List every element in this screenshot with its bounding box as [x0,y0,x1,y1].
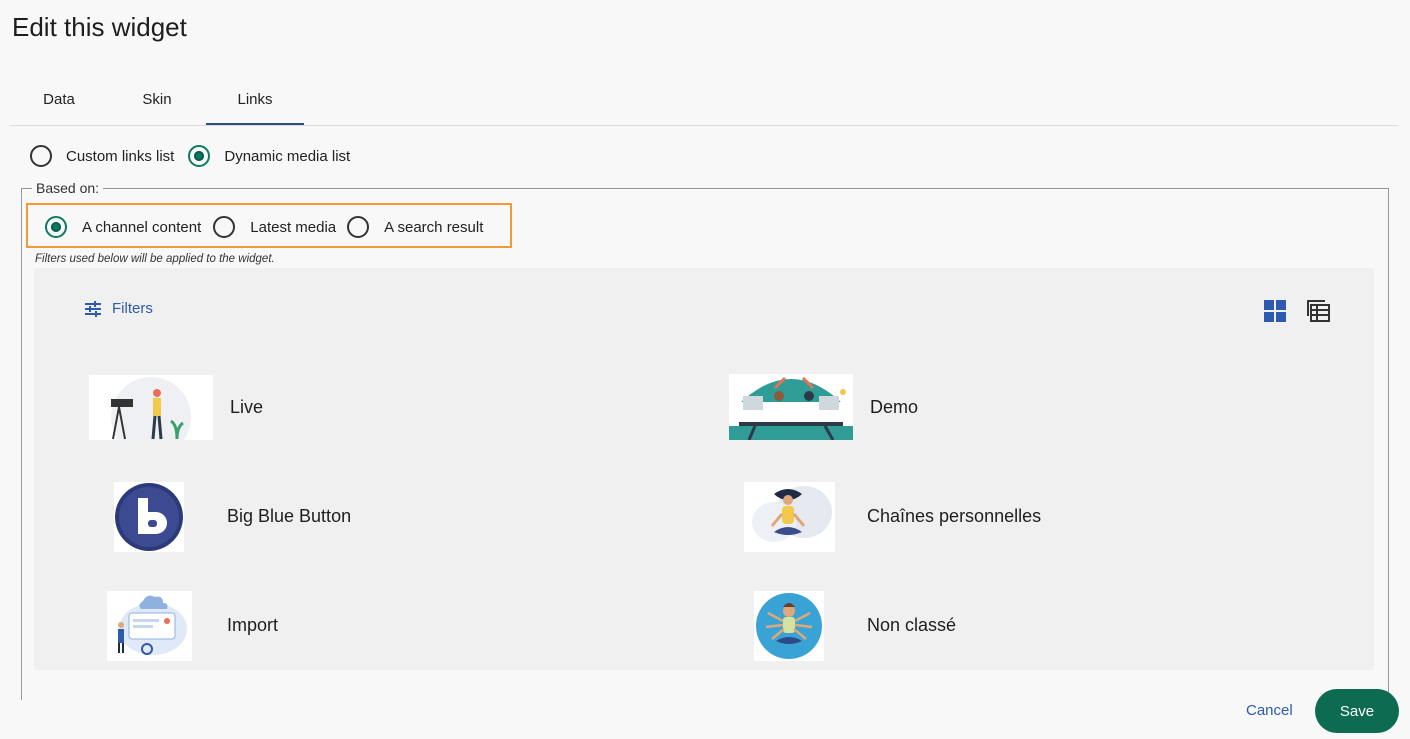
custom-links-radio[interactable] [30,145,52,167]
channel-label-live[interactable]: Live [230,397,263,418]
list-view-icon[interactable] [1307,299,1331,323]
based-on-group: A channel content Latest media A search … [45,216,497,238]
based-on-legend: Based on: [36,180,100,196]
dynamic-media-label[interactable]: Dynamic media list [224,148,350,165]
search-result-radio[interactable] [347,216,370,238]
channel-label-bigbluebutton[interactable]: Big Blue Button [227,506,351,527]
search-result-label[interactable]: A search result [384,219,483,236]
import-thumbnail [107,591,192,661]
save-button[interactable]: Save [1315,689,1399,733]
channel-item-import[interactable] [107,591,192,661]
channel-content-label[interactable]: A channel content [82,219,201,236]
channel-label-demo[interactable]: Demo [870,397,918,418]
filters-label: Filters [112,300,153,317]
filters-button[interactable]: Filters [84,300,153,317]
channel-item-demo[interactable] [729,374,853,440]
channel-label-import[interactable]: Import [227,615,278,636]
non-classe-thumbnail [754,591,824,661]
live-thumbnail [89,375,213,440]
tune-icon [85,300,101,317]
dialog-title: Edit this widget [12,12,187,42]
channel-item-bigbluebutton[interactable] [114,482,184,552]
chaines-thumbnail [744,482,835,552]
demo-illustration-icon [729,376,853,440]
custom-links-label[interactable]: Custom links list [66,148,174,165]
latest-media-label[interactable]: Latest media [250,219,336,236]
channel-label-non-classe[interactable]: Non classé [867,615,956,636]
demo-thumbnail [729,374,853,440]
dynamic-media-radio[interactable] [188,145,211,167]
tab-skin[interactable]: Skin [108,78,206,125]
link-mode-group: Custom links list Dynamic media list [30,145,364,167]
channel-content-radio[interactable] [45,216,67,238]
bigbluebutton-thumbnail [114,482,184,552]
latest-media-radio[interactable] [213,216,236,238]
import-illustration-icon [118,595,187,655]
channel-label-chaines-personnelles[interactable]: Chaînes personnelles [867,506,1041,527]
channel-item-live[interactable] [89,375,213,440]
cancel-button[interactable]: Cancel [1246,702,1293,719]
media-panel: Filters Live Demo Big Blue Button Chaîne… [34,268,1374,670]
channel-item-chaines-personnelles[interactable] [744,482,835,552]
bigbluebutton-logo-icon [115,483,183,551]
tab-links[interactable]: Links [206,78,304,125]
meditation-illustration-icon [752,486,832,542]
channel-item-non-classe[interactable] [754,591,824,661]
tab-bar: Data Skin Links [10,78,1398,126]
filters-note: Filters used below will be applied to th… [35,253,275,265]
multitask-illustration-icon [756,593,822,659]
tab-data[interactable]: Data [10,78,108,125]
grid-view-icon[interactable] [1264,300,1286,322]
live-illustration-icon [111,377,191,440]
